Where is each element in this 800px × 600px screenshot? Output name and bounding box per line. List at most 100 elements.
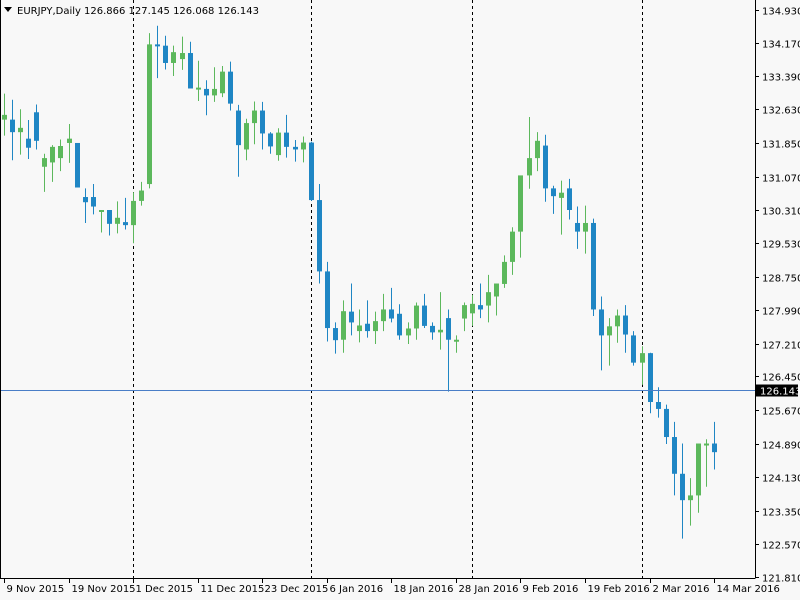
candle-body (301, 142, 306, 150)
candle-body (188, 53, 193, 89)
candle-body (591, 222, 596, 310)
price-badge: 126.143 (756, 384, 800, 398)
price-badge-text: 126.143 (760, 387, 800, 398)
candle-body (317, 200, 322, 272)
candle[interactable] (75, 142, 80, 188)
candle-body (478, 305, 483, 310)
candle-body (212, 88, 217, 96)
candle-body (510, 231, 515, 262)
candle-body (567, 188, 572, 210)
candle-body (260, 110, 265, 134)
candle-body (559, 192, 564, 198)
candle-body (486, 292, 491, 306)
price-chart[interactable]: 134.930 134.170 133.390 132.630 131.850 131.0… (0, 0, 800, 600)
time-tick-label: 14 Mar 2016 (717, 584, 780, 595)
candle-body (599, 309, 604, 336)
candle-body (543, 145, 548, 189)
candle-body (680, 473, 685, 501)
candle-body (357, 325, 362, 332)
candle-body (438, 329, 443, 333)
time-tick-label: 19 Feb 2016 (588, 584, 650, 595)
time-tick-label: 19 Nov 2015 (72, 584, 136, 595)
price-tick-label: 125.670 (762, 407, 800, 418)
candle-body (180, 53, 185, 60)
candle-body (131, 200, 136, 226)
candle-body (333, 328, 338, 341)
candle-body (672, 437, 677, 474)
candle-body (26, 138, 31, 148)
candle-body (664, 408, 669, 438)
candle-body (381, 309, 386, 322)
candle-body (220, 71, 225, 94)
candle-body (365, 323, 370, 332)
candle-body (462, 305, 467, 319)
time-tick-label: 28 Jan 2016 (459, 584, 519, 595)
candle-body (115, 217, 120, 224)
candle-body (58, 146, 63, 159)
ohlc-label: 126.866 127.145 126.068 126.143 (84, 6, 259, 17)
candle-body (623, 315, 628, 335)
symbol-label: EURJPY,Daily (17, 6, 81, 17)
candle-body (147, 44, 152, 185)
candle-body (10, 119, 15, 133)
candle-body (228, 71, 233, 104)
price-tick-label: 131.850 (762, 140, 800, 151)
candle-body (204, 88, 209, 96)
candle-body (236, 110, 241, 146)
candle-body (309, 142, 314, 201)
time-tick-label: 18 Jan 2016 (394, 584, 454, 595)
candle-body (422, 305, 427, 326)
candle-body (615, 315, 620, 327)
time-tick-label: 6 Jan 2016 (330, 584, 384, 595)
candle-body (502, 261, 507, 284)
candle-body (34, 112, 39, 141)
candle[interactable] (631, 331, 636, 366)
candle-body (551, 188, 556, 197)
candle-body (244, 123, 249, 150)
candle[interactable] (147, 33, 152, 189)
candle-body (414, 305, 419, 329)
candle-body (494, 283, 499, 297)
candle-body (341, 311, 346, 340)
candle-body (107, 210, 112, 224)
price-tick-label: 129.530 (762, 240, 800, 251)
time-tick-label: 11 Dec 2015 (201, 584, 265, 595)
price-tick-label: 124.130 (762, 474, 800, 485)
candle-body (171, 52, 176, 63)
candle-body (99, 210, 104, 212)
candle-body (373, 321, 378, 332)
price-tick-label: 126.450 (762, 373, 800, 384)
candle-body (656, 402, 661, 409)
candle-body (349, 311, 354, 323)
candle-body (535, 140, 540, 159)
candle-body (268, 133, 273, 147)
candle[interactable] (309, 141, 314, 201)
candle-body (688, 495, 693, 501)
candle-body (397, 313, 402, 336)
candle-body (91, 197, 96, 207)
price-tick-label: 134.170 (762, 40, 800, 51)
candle-body (470, 303, 475, 314)
candle-body (454, 339, 459, 342)
candle-body (155, 44, 160, 47)
candle-body (276, 132, 281, 156)
candle-body (631, 335, 636, 363)
candle-body (325, 271, 330, 329)
candle-body (583, 222, 588, 232)
candle-body (50, 146, 55, 163)
price-tick-label: 124.890 (762, 441, 800, 452)
candle-body (527, 158, 532, 176)
candle-body (640, 353, 645, 363)
candle-body (696, 443, 701, 496)
candle-body (42, 158, 47, 167)
price-tick-label: 122.570 (762, 541, 800, 552)
candle-body (252, 110, 257, 124)
candle-body (163, 45, 168, 63)
candle-body (712, 443, 717, 453)
candle-body (406, 328, 411, 336)
candle-body (648, 353, 653, 402)
candle[interactable] (591, 218, 596, 316)
candle-body (75, 142, 80, 188)
price-tick-label: 131.070 (762, 174, 800, 185)
candle-body (293, 146, 298, 150)
